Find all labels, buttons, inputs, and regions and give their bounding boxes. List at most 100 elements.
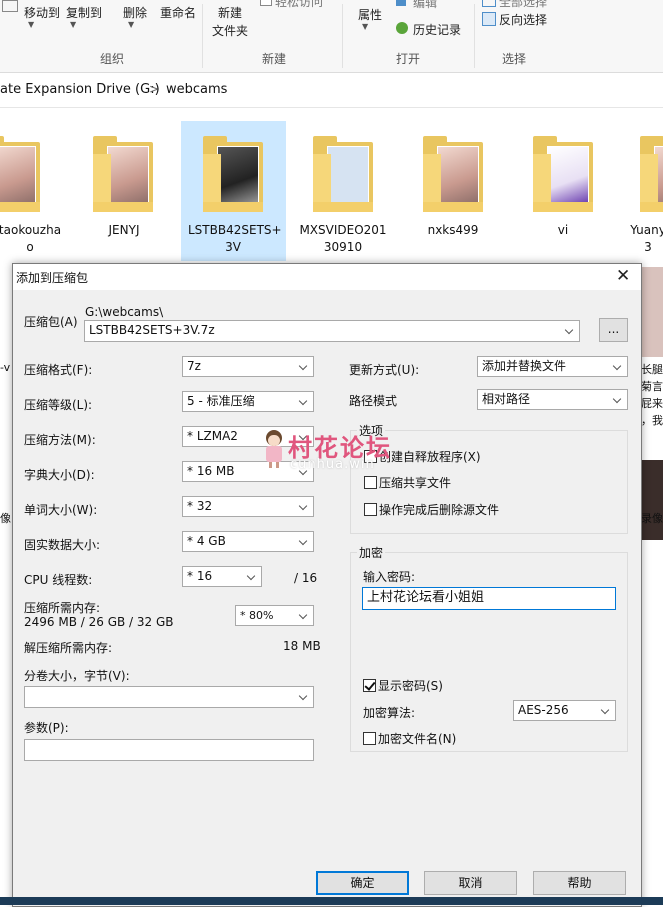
ribbon-divider xyxy=(474,4,475,68)
password-input[interactable]: 上村花论坛看小姐姐 xyxy=(362,587,616,610)
chevron-down-icon xyxy=(601,701,611,720)
level-value: 5 - 标准压缩 xyxy=(187,394,255,408)
archive-name-combo[interactable]: LSTBB42SETS+3V.7z xyxy=(84,320,580,342)
chevron-down-icon: ▼ xyxy=(70,20,77,29)
format-value: 7z xyxy=(187,359,201,373)
password-label: 输入密码: xyxy=(363,570,416,584)
encrypt-names-checkbox[interactable] xyxy=(363,732,376,745)
encrypt-names-label: 加密文件名(N) xyxy=(378,732,457,746)
chevron-down-icon xyxy=(247,567,257,586)
chevron-down-icon xyxy=(299,687,309,706)
file-item-name-selected[interactable]: LSTBB42SETS+ 3V xyxy=(188,222,282,256)
explorer-left-strip: -v 像 xyxy=(0,265,12,897)
mem-value: * 80% xyxy=(240,609,274,622)
folder-icon xyxy=(203,136,263,212)
ribbon: 移动到 ▼ 复制到 ▼ 删除 ▼ 重命名 组织 新建 文件夹 轻松访问 新建 属… xyxy=(0,0,663,73)
archive-name-value: LSTBB42SETS+3V.7z xyxy=(89,323,215,337)
right-fragment: ，我 xyxy=(641,414,663,427)
file-item-name[interactable]: Yuany 3 xyxy=(618,222,663,256)
help-button[interactable]: 帮助 xyxy=(533,871,626,895)
path-label: 路径模式 xyxy=(349,394,398,408)
group-new-label: 新建 xyxy=(262,52,287,66)
delete-source-checkbox[interactable] xyxy=(364,503,377,516)
path-select[interactable]: 相对路径 xyxy=(477,389,628,410)
ok-button[interactable]: 确定 xyxy=(316,871,409,895)
chevron-down-icon: ▼ xyxy=(28,20,35,29)
encryption-title: 加密 xyxy=(357,544,386,561)
chevron-down-icon xyxy=(613,390,623,409)
file-item-name[interactable]: JENYJ xyxy=(79,222,169,239)
format-select[interactable]: 7z xyxy=(182,356,314,377)
word-value: * 32 xyxy=(187,499,213,513)
file-item-name[interactable]: vi xyxy=(518,222,608,239)
move-to-button[interactable]: 移动到 xyxy=(24,4,60,21)
breadcrumb-folder[interactable]: webcams xyxy=(166,82,227,97)
chevron-down-icon xyxy=(613,357,623,376)
cpu-value: * 16 xyxy=(187,569,213,583)
easy-access-button[interactable]: 轻松访问 xyxy=(275,0,323,10)
method-label: 压缩方法(M): xyxy=(24,433,96,447)
copy-to-button[interactable]: 复制到 xyxy=(66,4,102,21)
delete-button[interactable]: 删除 xyxy=(123,4,147,21)
select-all-button[interactable]: 全部选择 xyxy=(499,0,547,10)
chevron-down-icon xyxy=(299,497,309,516)
file-item-name[interactable]: nxks499 xyxy=(408,222,498,239)
edit-icon xyxy=(396,0,406,6)
thumbnail-image xyxy=(642,460,663,540)
file-item-name[interactable]: MXSVIDEO201 30910 xyxy=(298,222,388,256)
word-label: 单词大小(W): xyxy=(24,503,98,517)
ribbon-divider xyxy=(202,4,203,68)
mem-detail: 2496 MB / 26 GB / 32 GB xyxy=(24,615,174,629)
sfx-label: 创建自释放程序(X) xyxy=(379,450,481,464)
invert-selection-button[interactable]: 反向选择 xyxy=(499,11,547,28)
left-fragment: -v xyxy=(0,361,11,374)
params-label: 参数(P): xyxy=(24,721,69,735)
cancel-button[interactable]: 取消 xyxy=(424,871,517,895)
cpu-select[interactable]: * 16 xyxy=(182,566,262,587)
volume-select[interactable] xyxy=(24,686,314,708)
chevron-down-icon: ▼ xyxy=(362,22,369,31)
explorer-right-strip: 长腿 菊言 屁来 ，我 录像 xyxy=(641,265,663,897)
file-item-name[interactable]: taokouzha o xyxy=(0,222,75,256)
show-password-checkbox[interactable] xyxy=(363,679,376,692)
close-icon[interactable]: ✕ xyxy=(616,266,630,286)
properties-button[interactable]: 属性 xyxy=(358,6,382,23)
taskbar xyxy=(0,897,663,905)
solid-select[interactable]: * 4 GB xyxy=(182,531,314,552)
shared-label: 压缩共享文件 xyxy=(379,476,452,490)
edit-button[interactable]: 编辑 xyxy=(413,0,437,11)
dialog-title: 添加到压缩包 xyxy=(16,271,89,285)
cpu-label: CPU 线程数: xyxy=(24,573,93,587)
chevron-down-icon[interactable] xyxy=(565,321,575,340)
new-folder-button-label[interactable]: 文件夹 xyxy=(212,22,248,39)
invert-selection-icon xyxy=(482,12,496,26)
mem-select[interactable]: * 80% xyxy=(235,605,314,626)
level-select[interactable]: 5 - 标准压缩 xyxy=(182,391,314,412)
params-input[interactable] xyxy=(24,739,314,761)
thumbnail-image xyxy=(642,267,663,357)
word-select[interactable]: * 32 xyxy=(182,496,314,517)
rename-button[interactable]: 重命名 xyxy=(160,4,196,21)
left-fragment: 像 xyxy=(0,512,11,525)
select-all-icon xyxy=(482,0,496,7)
folder-icon xyxy=(93,136,153,212)
folder-icon xyxy=(533,136,593,212)
group-organize-label: 组织 xyxy=(100,52,125,66)
history-button[interactable]: 历史记录 xyxy=(413,21,461,38)
group-select-label: 选择 xyxy=(502,52,527,66)
address-bar[interactable]: ate Expansion Drive (G:) > webcams xyxy=(0,73,663,108)
browse-button[interactable]: ... xyxy=(599,318,628,342)
add-to-archive-dialog: 添加到压缩包 ✕ 压缩包(A) G:\webcams\ LSTBB42SETS+… xyxy=(12,263,642,907)
history-icon xyxy=(396,22,408,34)
breadcrumb-drive[interactable]: ate Expansion Drive (G:) xyxy=(0,82,160,97)
shared-checkbox[interactable] xyxy=(364,476,377,489)
update-select[interactable]: 添加并替换文件 xyxy=(477,356,628,377)
new-folder-button[interactable]: 新建 xyxy=(218,4,242,21)
mem-label: 压缩所需内存: xyxy=(24,601,101,615)
right-fragment: 长腿 xyxy=(641,363,663,376)
dialog-titlebar: 添加到压缩包 ✕ xyxy=(13,264,641,290)
path-value: 相对路径 xyxy=(482,392,531,406)
chevron-down-icon xyxy=(299,392,309,411)
chevron-down-icon xyxy=(299,532,309,551)
encrypt-method-select[interactable]: AES-256 xyxy=(513,700,616,721)
